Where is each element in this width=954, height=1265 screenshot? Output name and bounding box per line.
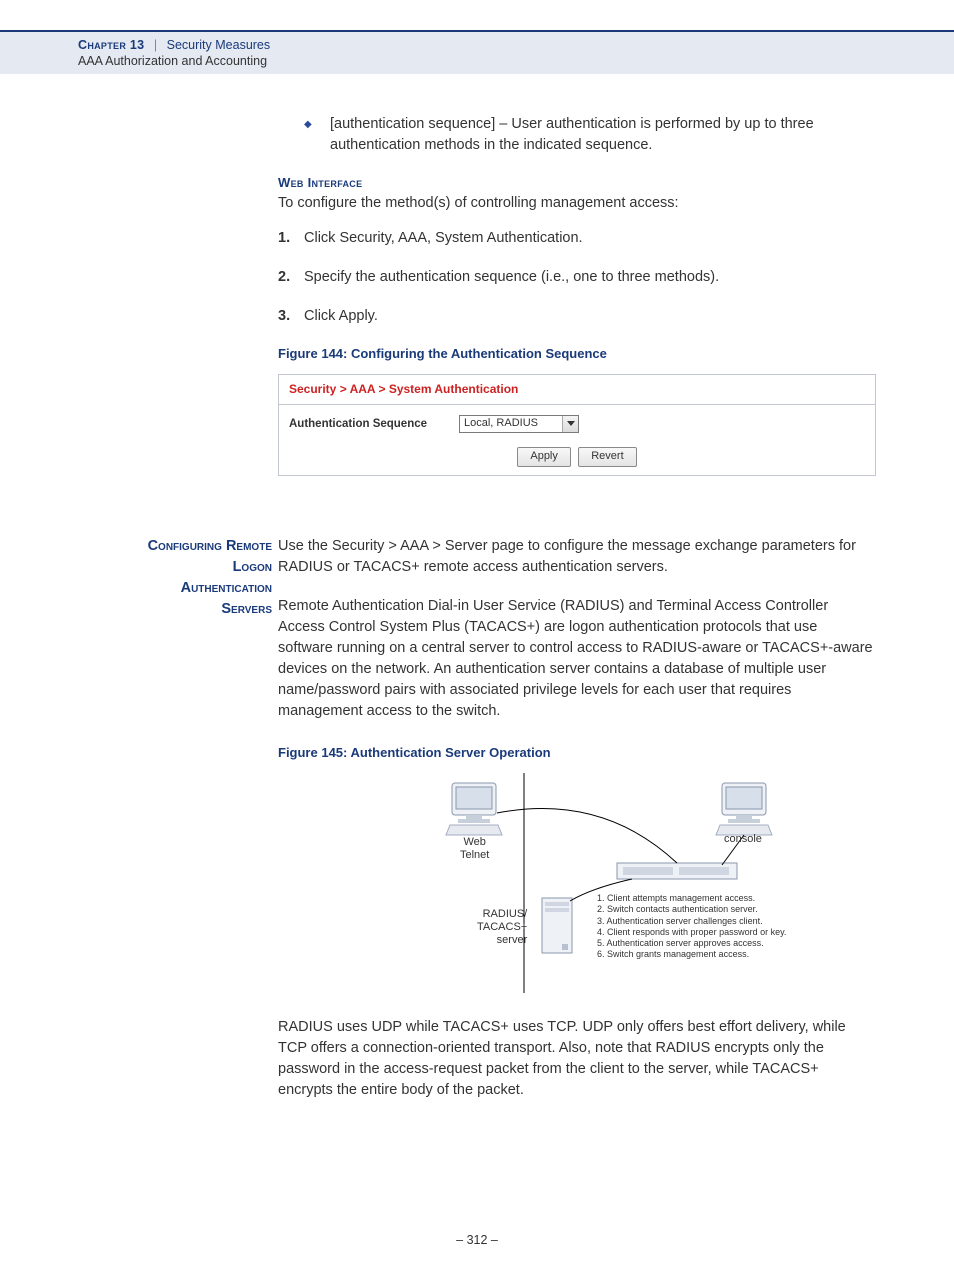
auth-sequence-value: Local, RADIUS (464, 416, 538, 432)
section2-para1: Use the Security > AAA > Server page to … (278, 536, 876, 578)
chapter-label: Chapter 13 (78, 38, 144, 52)
chapter-title: Security Measures (167, 38, 271, 52)
apply-button[interactable]: Apply (517, 447, 571, 467)
closing-para: RADIUS uses UDP while TACACS+ uses TCP. … (278, 1017, 876, 1101)
page-header: Chapter 13 | Security Measures AAA Autho… (0, 30, 954, 74)
intro-bullet-text: [authentication sequence] – User authent… (330, 114, 876, 156)
steps-list: 1. Click Security, AAA, System Authentic… (278, 228, 876, 327)
section2-para2: Remote Authentication Dial-in User Servi… (278, 596, 876, 722)
figure144-caption: Figure 144: Configuring the Authenticati… (278, 345, 876, 364)
auth-sequence-select[interactable]: Local, RADIUS (459, 415, 579, 433)
chapter-subtitle: AAA Authorization and Accounting (78, 54, 954, 68)
step-text: Specify the authentication sequence (i.e… (304, 267, 719, 288)
diagram-label-web: Web Telnet (460, 836, 489, 862)
revert-button[interactable]: Revert (578, 447, 636, 467)
header-separator: | (154, 38, 157, 52)
step-text: Click Apply. (304, 306, 378, 327)
figure145-diagram: Web Telnet console RADIUS/ TACACS+ serve… (352, 773, 802, 993)
step-text: Click Security, AAA, System Authenticati… (304, 228, 583, 249)
diagram-step: 1. Client attempts management access. (597, 893, 786, 904)
diagram-steps: 1. Client attempts management access. 2.… (597, 893, 786, 961)
bullet-icon: ◆ (304, 114, 330, 156)
figure145-caption: Figure 145: Authentication Server Operat… (278, 744, 876, 763)
figure144-breadcrumb: Security > AAA > System Authentication (279, 375, 875, 405)
diagram-step: 6. Switch grants management access. (597, 949, 786, 960)
diagram-step: 3. Authentication server challenges clie… (597, 916, 786, 927)
diagram-label-console: console (724, 833, 762, 846)
diagram-step: 2. Switch contacts authentication server… (597, 904, 786, 915)
section-heading: Configuring RemoteLogonAuthenticationSer… (78, 536, 272, 620)
diagram-step: 5. Authentication server approves access… (597, 938, 786, 949)
step-number: 3. (278, 306, 304, 327)
dropdown-arrow-icon (562, 416, 578, 432)
page-number: – 312 – (0, 1233, 954, 1247)
step-number: 1. (278, 228, 304, 249)
figure144-panel: Security > AAA > System Authentication A… (278, 374, 876, 476)
web-interface-lead: To configure the method(s) of controllin… (278, 193, 876, 214)
step-number: 2. (278, 267, 304, 288)
auth-sequence-label: Authentication Sequence (289, 416, 459, 433)
diagram-step: 4. Client responds with proper password … (597, 927, 786, 938)
diagram-label-server: RADIUS/ TACACS+ server (477, 908, 527, 948)
web-interface-heading: Web Interface (278, 174, 876, 193)
